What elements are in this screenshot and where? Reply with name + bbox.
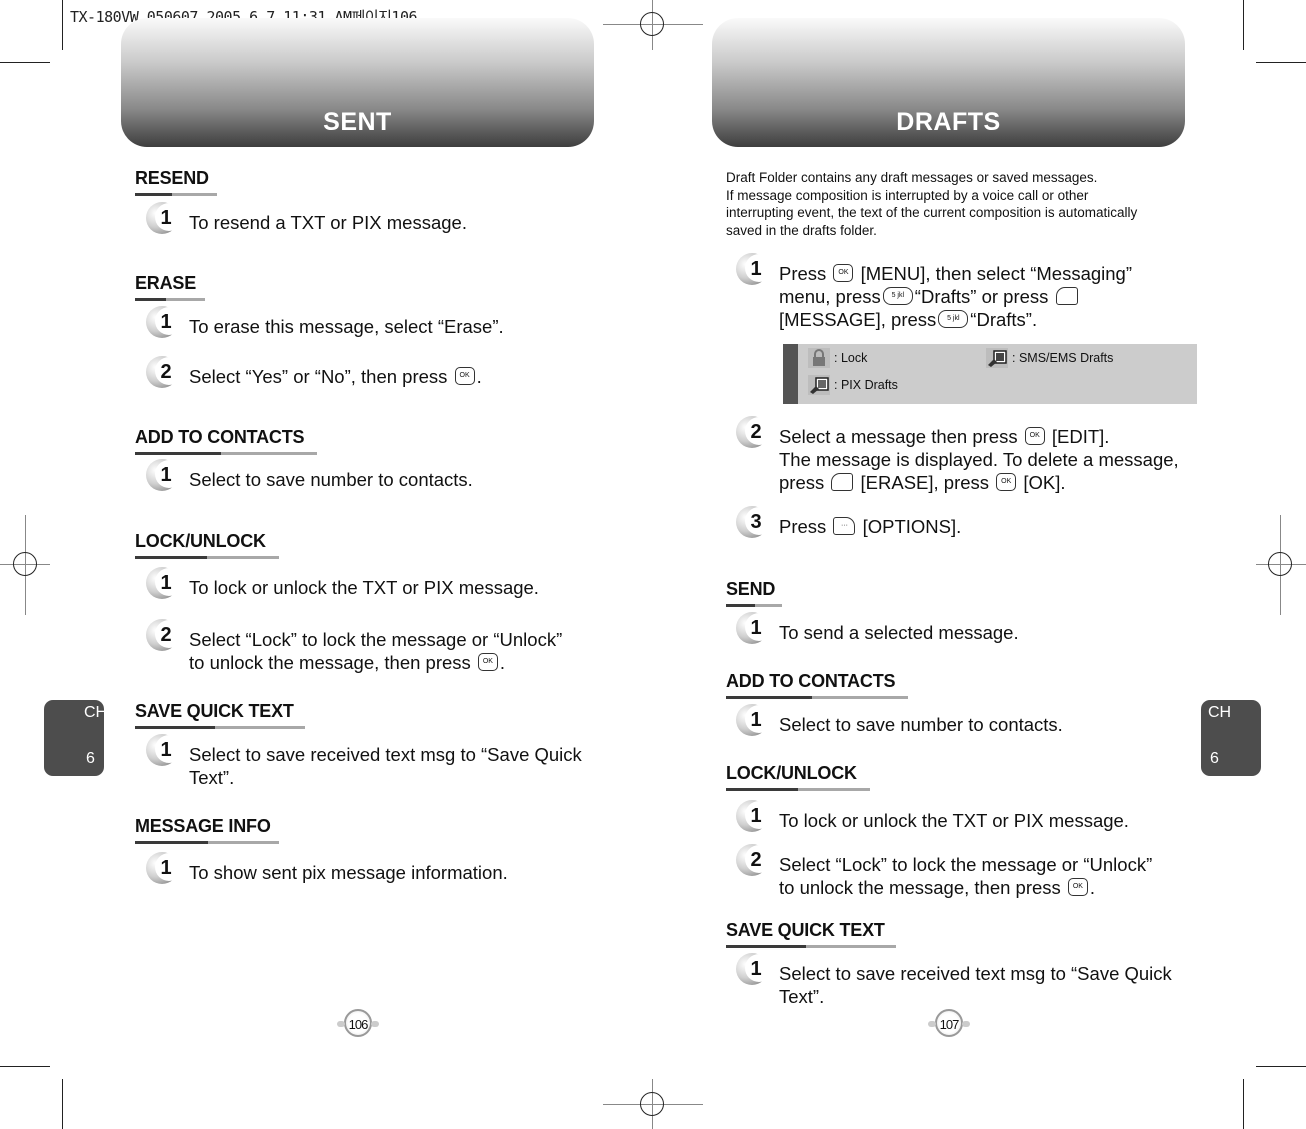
step-item: 1 Select to save number to contacts. [736,704,1063,736]
legend-item: : Lock [808,348,867,368]
step-item: 1 To erase this message, select “Erase”. [146,306,504,338]
sms-ems-drafts-icon [986,348,1008,368]
section-heading-erase: ERASE [135,273,205,301]
crop-mark [62,0,63,50]
step-item: 1 To show sent pix message information. [146,852,508,884]
step-item: 2 Select a message then press OK [EDIT].… [736,416,1179,494]
drafts-header-band: DRAFTS [712,18,1185,147]
step-number-badge: 1 [146,852,183,888]
left-soft-key-icon [1055,287,1078,306]
ok-key-icon: OK [996,473,1017,492]
left-soft-key-icon [831,473,854,492]
section-heading-lock-unlock: LOCK/UNLOCK [726,763,870,791]
chapter-tab-right: CH 6 [1201,700,1261,776]
legend-item: : PIX Drafts [808,375,898,395]
step-item: 1 Select to save received text msg to “S… [146,734,582,789]
step-item: 1 To send a selected message. [736,612,1019,644]
step-number-badge: 1 [736,612,773,648]
key-5-icon: 5 jkl [882,287,913,306]
chapter-number: 6 [86,750,95,767]
step-number-badge: 3 [736,506,773,542]
options-key-icon: ··· [833,517,856,536]
step-number-badge: 2 [736,844,773,880]
step-number-badge: 1 [736,953,773,989]
ok-key-icon: OK [477,653,498,672]
step-item: 2 Select “Lock” to lock the message or “… [736,844,1152,899]
ok-key-icon: OK [1067,878,1088,897]
step-item: 2 Select “Yes” or “No”, then press OK. [146,356,482,388]
ok-key-icon: OK [1024,427,1045,446]
ok-key-icon: OK [833,264,854,283]
ok-key-icon: OK [454,367,475,386]
sent-header-band: SENT [121,18,594,147]
step-number-badge: 1 [736,704,773,740]
section-heading-message-info: MESSAGE INFO [135,816,279,844]
step-item: 2 Select “Lock” to lock the message or “… [146,619,562,674]
chapter-tab-left: CH 6 [44,700,108,776]
crop-mark [1256,1066,1306,1067]
page-title: SENT [323,108,392,136]
step-item: 1 Press OK [MENU], then select “Messagin… [736,253,1132,331]
step-number-badge: 2 [736,416,773,452]
page-number-106: 106 [337,1009,379,1037]
crop-mark [0,62,50,63]
section-heading-save-quick-text: SAVE QUICK TEXT [135,701,305,729]
key-5-icon: 5 jkl [938,310,969,329]
step-item: 3 Press ··· [OPTIONS]. [736,506,961,538]
step-item: 1 To resend a TXT or PIX message. [146,202,467,234]
step-number-badge: 1 [146,459,183,495]
section-heading-send: SEND [726,579,782,607]
step-number-badge: 1 [146,567,183,603]
step-number-badge: 1 [736,253,773,289]
section-heading-add-to-contacts: ADD TO CONTACTS [135,427,317,455]
pix-drafts-icon [808,375,830,395]
section-heading-save-quick-text: SAVE QUICK TEXT [726,920,896,948]
crop-mark [1256,62,1306,63]
crop-mark [0,1066,50,1067]
step-number-badge: 1 [146,306,183,342]
step-number-badge: 1 [146,202,183,238]
page-number-107: 107 [928,1009,970,1037]
legend-item: : SMS/EMS Drafts [986,348,1113,368]
step-item: 1 To lock or unlock the TXT or PIX messa… [146,567,539,599]
chapter-label: CH [1208,704,1232,721]
icon-legend: : Lock : SMS/EMS Drafts : PIX Drafts [783,344,1197,404]
step-item: 1 Select to save number to contacts. [146,459,473,491]
crop-mark [1243,1079,1244,1129]
chapter-number: 6 [1210,750,1219,767]
step-item: 1 To lock or unlock the TXT or PIX messa… [736,800,1129,832]
step-number-badge: 1 [736,800,773,836]
step-item: 1 Select to save received text msg to “S… [736,953,1172,1008]
chapter-label: CH [84,704,108,721]
step-number-badge: 2 [146,619,183,655]
section-heading-resend: RESEND [135,168,217,196]
crop-mark [1243,0,1244,50]
lock-icon [808,348,830,368]
section-heading-add-to-contacts: ADD TO CONTACTS [726,671,908,699]
step-number-badge: 2 [146,356,183,392]
step-number-badge: 1 [146,734,183,770]
page-title: DRAFTS [896,108,1001,136]
crop-mark [62,1079,63,1129]
section-heading-lock-unlock: LOCK/UNLOCK [135,531,279,559]
drafts-intro-text: Draft Folder contains any draft messages… [726,170,1138,238]
